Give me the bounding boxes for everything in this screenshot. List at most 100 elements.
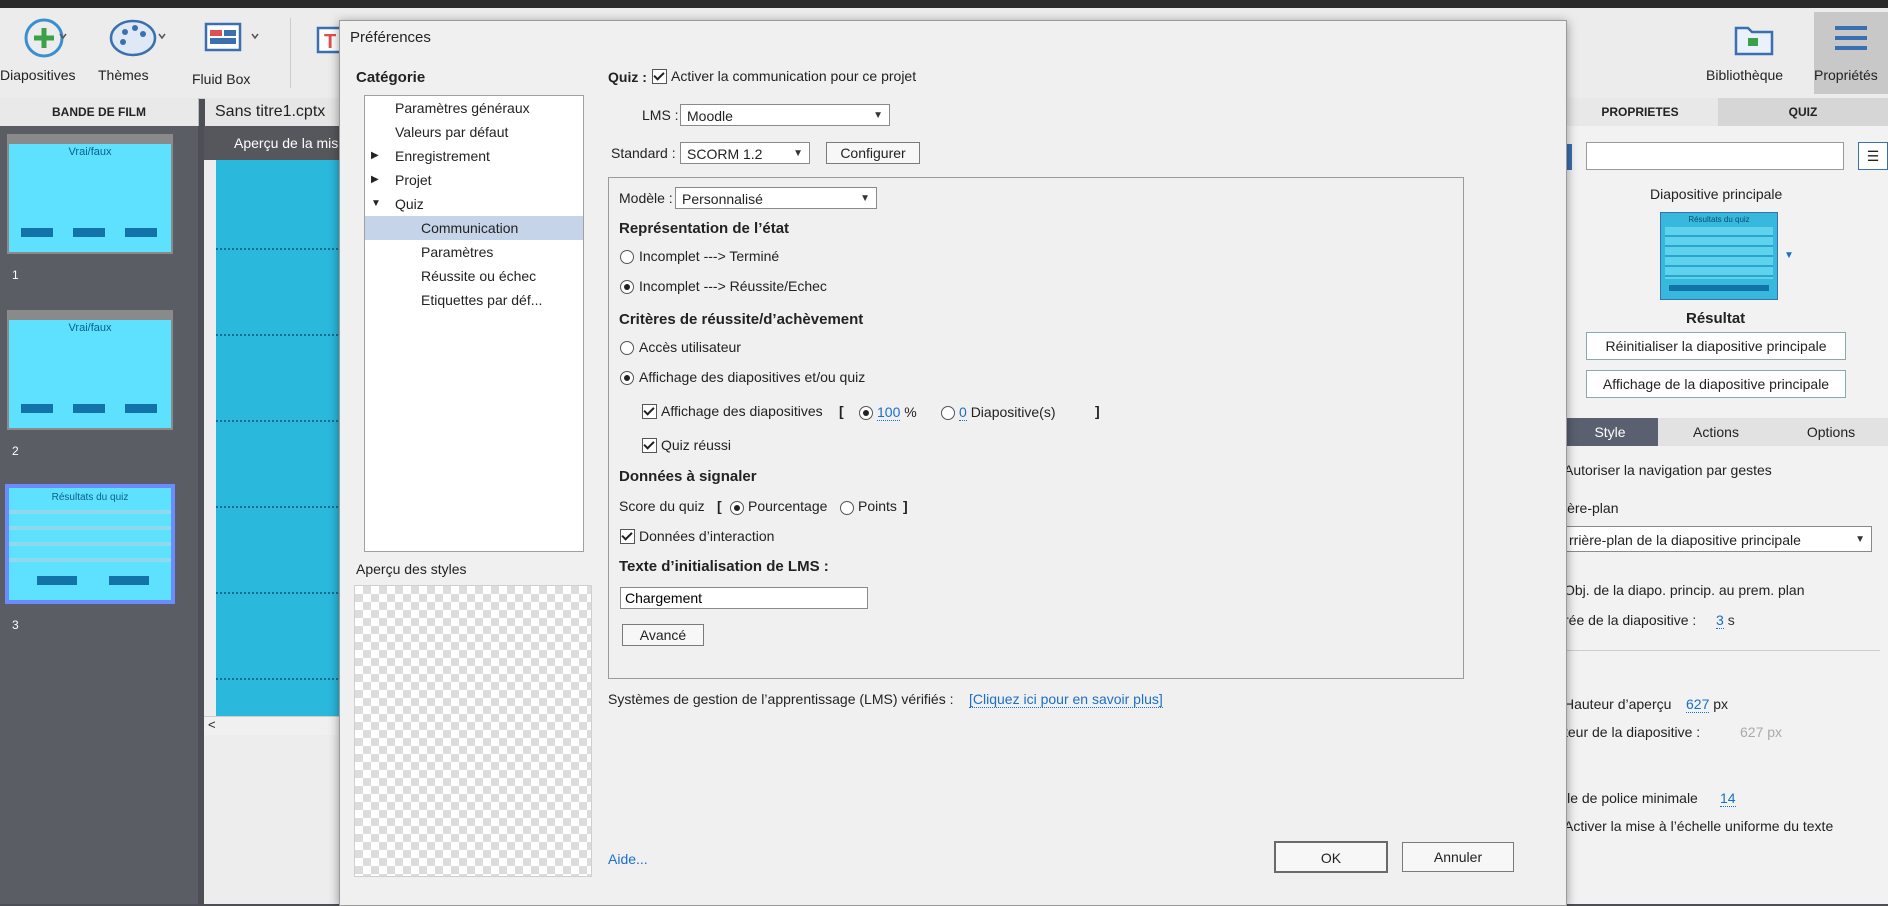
slides-button[interactable]: Diapositives [0,16,80,83]
expand-arrow-icon[interactable]: ▶ [371,150,379,161]
template-label: Modèle : [619,190,673,206]
master-slide-thumbnail[interactable]: Résultats du quiz [1660,212,1778,300]
score-bracket-open: [ [717,498,722,514]
tab-quiz[interactable]: QUIZ [1718,98,1888,126]
enable-communication-label: Activer la communication pour ce projet [671,68,917,84]
percent-radio[interactable] [859,406,873,420]
slide-views-label: Affichage des diapositives [661,403,823,419]
template-select[interactable]: Personnalisé ▼ [675,187,877,209]
slides-count-radio[interactable] [941,406,955,420]
preview-height-label: Hauteur d’aperçu [1564,696,1672,712]
style-preview [354,585,592,877]
stage-preview-header: Aperçu de la mis [204,126,342,160]
background-select[interactable]: rrière-plan de la diapositive principale… [1562,526,1872,552]
tree-item-settings[interactable]: Paramètres [421,240,493,264]
tree-item-communication[interactable]: Communication [365,216,583,240]
percent-field[interactable]: 100 % [877,404,917,421]
slide-canvas[interactable] [216,160,342,716]
chevron-down-icon: ▼ [1855,534,1865,545]
slide-views-checkbox[interactable] [642,404,657,419]
text-icon: T [316,26,340,54]
slide-height-value: 627 px [1740,724,1783,740]
panel-divider [1562,650,1880,651]
slide-height-label: teur de la diapositive : [1564,724,1701,740]
min-font-label: lle de police minimale [1564,790,1698,806]
tree-item-quiz[interactable]: Quiz [395,192,424,216]
toolbar-divider [290,18,291,88]
advanced-button[interactable]: Avancé [622,624,704,646]
user-access-radio[interactable] [620,341,634,355]
ok-button[interactable]: OK [1274,841,1388,873]
scroll-left-icon[interactable]: < [208,717,216,732]
fluid-box-button[interactable]: Fluid Box [192,16,264,87]
slide-views-quiz-radio[interactable] [620,371,634,385]
bracket-open: [ [839,403,844,419]
gesture-navigation-option[interactable]: Autoriser la navigation par gestes [1564,462,1772,478]
template-select-value: Personnalisé [682,191,763,207]
status-passfail-radio[interactable] [620,280,634,294]
chevron-down-icon: ▼ [860,193,870,204]
slide-duration-field[interactable]: 3 s [1716,612,1735,629]
tree-item-project[interactable]: Projet [395,168,432,192]
standard-label: Standard : [611,145,676,161]
expand-arrow-icon[interactable]: ▶ [371,174,379,185]
right-panel: ☰ Diapositive principale Résultats du qu… [1562,126,1888,904]
slide-thumbnail-1[interactable]: Vrai/faux [7,134,173,254]
tree-item-general[interactable]: Paramètres généraux [395,96,530,120]
master-slide-label: Diapositive principale [1650,186,1783,202]
fluidbox-label: Fluid Box [192,71,251,87]
percentage-radio[interactable] [730,501,744,515]
uniform-scaling-option[interactable]: Activer la mise à l’échelle uniforme du … [1564,818,1833,834]
status-complete-radio[interactable] [620,250,634,264]
bracket-close: ] [1095,403,1100,419]
master-dropdown-icon[interactable]: ▼ [1784,250,1794,261]
list-options-icon[interactable]: ☰ [1858,142,1888,170]
quiz-passed-checkbox[interactable] [642,438,657,453]
lms-select[interactable]: Moodle ▼ [680,104,890,126]
document-tab[interactable]: Sans titre1.cptx [205,98,341,126]
slide-thumbnail-3[interactable]: Résultats du quiz [5,484,175,604]
tree-item-pass-fail[interactable]: Réussite ou échec [421,264,536,288]
tree-item-recording[interactable]: Enregistrement [395,144,490,168]
properties-label: Propriétés [1814,67,1878,83]
subtab-actions[interactable]: Actions [1658,418,1774,446]
configure-button[interactable]: Configurer [826,142,920,164]
library-button[interactable]: Bibliothèque [1706,16,1802,83]
score-bracket-close: ] [903,498,908,514]
master-objects-front-option[interactable]: Obj. de la diapo. princip. au prem. plan [1564,582,1804,598]
preview-height-field[interactable]: 627 px [1686,696,1728,713]
min-font-field[interactable]: 14 [1720,790,1736,807]
subtab-style[interactable]: Style [1562,418,1658,446]
themes-button[interactable]: Thèmes [98,16,172,83]
tree-item-defaults[interactable]: Valeurs par défaut [395,120,508,144]
slide-name-input[interactable] [1586,142,1844,170]
slides-count-field[interactable]: 0 Diapositive(s) [959,404,1056,421]
standard-select-value: SCORM 1.2 [687,146,763,162]
standard-select[interactable]: SCORM 1.2 ▼ [680,142,810,164]
points-radio[interactable] [840,501,854,515]
window-top-strip [0,0,1888,8]
tab-properties[interactable]: PROPRIETES [1562,98,1718,126]
interaction-data-checkbox[interactable] [620,529,635,544]
lms-init-input[interactable] [620,587,868,609]
text-button[interactable]: T Te [316,16,340,63]
quiz-passed-label: Quiz réussi [661,437,732,453]
library-icon [1734,26,1774,56]
tree-item-default-labels[interactable]: Etiquettes par déf... [421,288,542,312]
enable-communication-checkbox[interactable] [652,69,667,84]
style-preview-label: Aperçu des styles [356,561,467,577]
collapse-arrow-icon[interactable]: ▼ [371,198,381,209]
subtab-options[interactable]: Options [1774,418,1888,446]
data-heading: Données à signaler [619,468,757,485]
show-master-button[interactable]: Affichage de la diapositive principale [1586,370,1846,398]
percentage-label: Pourcentage [748,498,828,514]
filmstrip: Vrai/faux 1 Vrai/faux 2 Résultats du qui… [0,126,198,904]
slide-thumbnail-2[interactable]: Vrai/faux [7,310,173,430]
reset-master-button[interactable]: Réinitialiser la diapositive principale [1586,332,1846,360]
horizontal-scrollbar[interactable]: < [204,716,342,735]
lms-verified-link[interactable]: [Cliquez ici pour en savoir plus] [969,691,1163,708]
chevron-down-icon: ▼ [793,148,803,159]
cancel-button[interactable]: Annuler [1402,842,1514,872]
properties-button[interactable]: Propriétés [1814,12,1888,94]
help-link[interactable]: Aide... [608,851,648,867]
